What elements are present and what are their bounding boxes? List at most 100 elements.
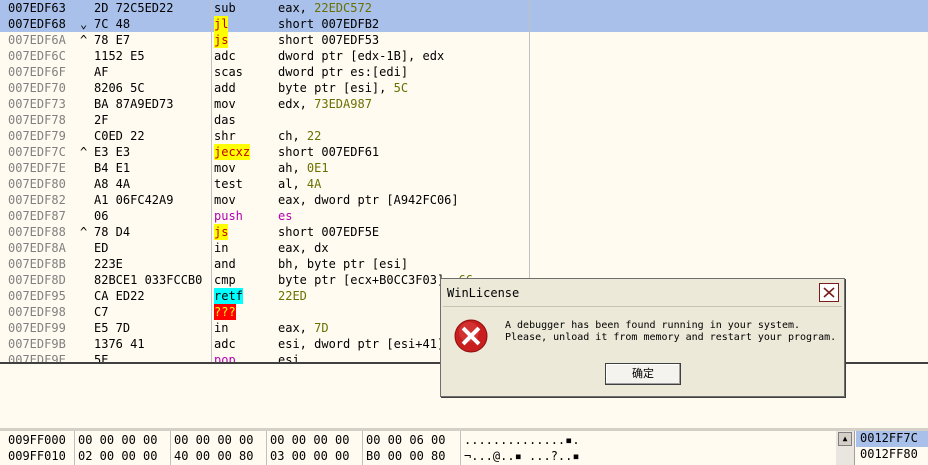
disasm-operands: dword ptr [edx-1B], edx	[278, 48, 444, 64]
stack-row[interactable]: 0012FF80	[856, 447, 928, 463]
dialog-title: WinLicense	[447, 286, 520, 300]
disasm-operands: short 007EDF53	[278, 32, 379, 48]
disasm-hex-bytes: AF	[94, 65, 109, 79]
operand-part: 22	[306, 129, 322, 143]
disasm-row[interactable]: 007EDF87 06 push es	[0, 208, 928, 224]
dump-ascii: ..............▪.	[464, 433, 580, 447]
disasm-address: 007EDF82	[8, 193, 66, 207]
dump-row[interactable]: 009FF000 00 00 00 00 00 00 00 00 00 00 00 0…	[0, 432, 836, 448]
disasm-mnemonic: pop	[214, 353, 236, 362]
ok-button[interactable]: 确定	[605, 363, 681, 385]
disasm-row[interactable]: 007EDF82 A1 06FC42A9 mov eax, dword ptr [A9…	[0, 192, 928, 208]
operand-part: eax, dx	[278, 241, 329, 255]
disasm-row[interactable]: 007EDF78 2F das	[0, 112, 928, 128]
disasm-address: 007EDF88	[8, 225, 66, 239]
operand-part: eax, dword ptr [A942FC06]	[278, 193, 459, 207]
disasm-mnemonic: in	[214, 241, 229, 255]
disasm-address: 007EDF8B	[8, 257, 66, 271]
disasm-row[interactable]: 007EDF80 A8 4A test al, 4A	[0, 176, 928, 192]
disasm-operands: dword ptr es:[edi]	[278, 64, 408, 80]
disasm-hex-bytes: 8206 5C	[94, 81, 145, 95]
stack-address: 0012FF80	[860, 447, 918, 461]
dump-column-divider	[74, 431, 75, 465]
operand-part: eax,	[278, 1, 315, 15]
disasm-operands: short 007EDF5E	[278, 224, 379, 240]
disasm-row[interactable]: 007EDF6A ^ 78 E7 js short 007EDF53	[0, 32, 928, 48]
dialog-titlebar[interactable]: WinLicense	[441, 279, 844, 306]
operand-part: short 007EDFB2	[278, 17, 380, 31]
disasm-row[interactable]: 007EDF70 8206 5C add byte ptr [esi], 5C	[0, 80, 928, 96]
close-icon[interactable]	[819, 283, 839, 302]
disasm-hex-bytes: CA ED22	[94, 289, 145, 303]
disasm-address: 007EDF87	[8, 209, 66, 223]
disasm-address: 007EDF9B	[8, 337, 66, 351]
disasm-mnemonic: in	[214, 321, 229, 335]
disasm-row[interactable]: 007EDF68 ⌄ 7C 48 jl short 007EDFB2	[0, 16, 928, 32]
disasm-address: 007EDF73	[8, 97, 66, 111]
dump-row[interactable]: 009FF010 02 00 00 00 40 00 00 80 03 00 00 0…	[0, 448, 836, 464]
disasm-address: 007EDF98	[8, 305, 66, 319]
scroll-up-icon[interactable]: ▲	[838, 432, 852, 446]
memory-dump-pane[interactable]: 009FF000 00 00 00 00 00 00 00 00 00 00 00 0…	[0, 431, 836, 465]
disasm-hex-bytes: 2F	[94, 113, 109, 127]
disasm-address: 007EDF79	[8, 129, 66, 143]
disasm-row[interactable]: 007EDF7C ^ E3 E3 jecxz short 007EDF61	[0, 144, 928, 160]
operand-part: byte ptr [ecx+B0CC3F03],	[278, 273, 459, 287]
disasm-mnemonic: jecxz	[214, 144, 251, 160]
stack-row[interactable]: 0012FF7C	[856, 431, 928, 447]
disasm-row[interactable]: 007EDF6F AF scas dword ptr es:[edi]	[0, 64, 928, 80]
disasm-mnemonic: test	[214, 177, 243, 191]
disasm-row[interactable]: 007EDF63 2D 72C5ED22 sub eax, 22EDC572	[0, 0, 928, 16]
operand-part: bh, byte ptr [esi]	[278, 257, 409, 271]
disasm-address: 007EDF8D	[8, 273, 66, 287]
disasm-row[interactable]: 007EDF88 ^ 78 D4 js short 007EDF5E	[0, 224, 928, 240]
stack-scrollbar[interactable]: ▲	[836, 431, 855, 465]
disasm-operands: 22ED	[278, 288, 307, 304]
disasm-address: 007EDF80	[8, 177, 66, 191]
disasm-operands: esi, dword ptr [esi+41]	[278, 336, 444, 352]
disasm-mnemonic: adc	[214, 49, 236, 63]
error-icon	[454, 319, 488, 353]
disasm-address: 007EDF95	[8, 289, 66, 303]
disasm-address: 007EDF9E	[8, 353, 66, 362]
dump-column-divider	[362, 431, 363, 465]
disasm-operands: esi	[278, 352, 300, 362]
disasm-row[interactable]: 007EDF7E B4 E1 mov ah, 0E1	[0, 160, 928, 176]
operand-part: ah,	[278, 161, 307, 175]
disasm-operands: short 007EDF61	[278, 144, 379, 160]
disasm-row[interactable]: 007EDF73 BA 87A9ED73 mov edx, 73EDA987	[0, 96, 928, 112]
operand-part: 73EDA987	[314, 97, 372, 111]
dialog-message: A debugger has been found running in you…	[505, 320, 837, 343]
disasm-mnemonic: mov	[214, 97, 236, 111]
disasm-address: 007EDF6F	[8, 65, 66, 79]
operand-part: dword ptr es:[edi]	[278, 65, 409, 79]
column-divider	[211, 0, 212, 362]
stack-pane[interactable]: ▲ 0012FF7C 0012FF80	[836, 431, 928, 465]
disasm-row[interactable]: 007EDF6C 1152 E5 adc dword ptr [edx-1B], ed…	[0, 48, 928, 64]
operand-part: 5C	[393, 81, 409, 95]
disasm-hex-bytes: E3 E3	[94, 145, 131, 159]
dump-bytes: 03 00 00 00	[270, 449, 350, 463]
operand-part: dword ptr [edx-1B], edx	[278, 49, 445, 63]
operand-part: short 007EDF61	[278, 145, 380, 159]
disasm-address: 007EDF7E	[8, 161, 66, 175]
operand-part: al,	[278, 177, 307, 191]
disasm-mnemonic: push	[214, 209, 243, 223]
disasm-hex-bytes: A8 4A	[94, 177, 131, 191]
disasm-hex-bytes: C0ED 22	[94, 129, 145, 143]
disasm-row[interactable]: 007EDF8B 223E and bh, byte ptr [esi]	[0, 256, 928, 272]
dump-bytes: 00 00 00 00	[270, 433, 350, 447]
disasm-address: 007EDF68	[8, 17, 66, 31]
disasm-address: 007EDF6C	[8, 49, 66, 63]
disasm-address: 007EDF70	[8, 81, 66, 95]
disasm-hex-bytes: 5E	[94, 353, 109, 362]
disasm-mnemonic: jl	[214, 16, 229, 32]
disasm-mnemonic: mov	[214, 161, 236, 175]
dump-address: 009FF000	[8, 433, 66, 447]
disasm-address: 007EDF7C	[8, 145, 66, 159]
disasm-mnemonic: shr	[214, 129, 236, 143]
disasm-row[interactable]: 007EDF8A ED in eax, dx	[0, 240, 928, 256]
disasm-hex-bytes: E5 7D	[94, 321, 131, 335]
column-divider	[529, 0, 530, 280]
disasm-row[interactable]: 007EDF79 C0ED 22 shr ch, 22	[0, 128, 928, 144]
